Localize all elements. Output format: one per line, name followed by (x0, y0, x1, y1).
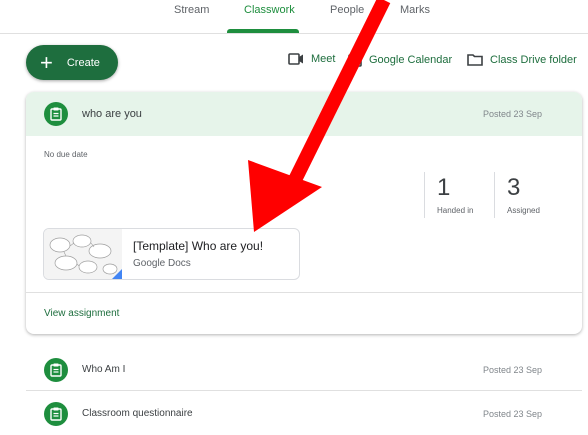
attachment-thumbnail (44, 229, 122, 279)
assignment-icon (44, 402, 68, 426)
due-date: No due date (44, 150, 88, 159)
meet-label: Meet (311, 53, 336, 65)
meet-link[interactable]: Meet (288, 53, 335, 65)
handed-in-count: 1 (437, 174, 451, 201)
divider (26, 390, 582, 391)
create-button-label: Create (66, 56, 100, 69)
assignment-icon (44, 358, 68, 382)
calendar-icon (348, 53, 362, 67)
list-item[interactable]: Classroom questionnaire Posted 23 Sep (26, 395, 582, 433)
assigned-count: 3 (507, 174, 521, 201)
assignment-card: who are you Posted 23 Sep No due date 1 … (26, 92, 582, 334)
handed-in-label: Handed in (437, 206, 474, 215)
calendar-link[interactable]: Google Calendar (348, 53, 452, 67)
video-camera-icon (288, 53, 303, 65)
tab-classwork[interactable]: Classwork (244, 4, 295, 16)
attachment-title: [Template] Who are you! (133, 239, 264, 253)
tab-people[interactable]: People (330, 4, 364, 16)
list-item-date: Posted 23 Sep (482, 409, 542, 419)
assigned-label: Assigned (507, 206, 540, 215)
tab-stream[interactable]: Stream (174, 4, 209, 16)
assigned-stat[interactable]: 3 Assigned (494, 172, 564, 218)
drive-folder-label: Class Drive folder (490, 53, 577, 66)
assignment-posted-date: Posted 23 Sep (482, 109, 542, 119)
create-button[interactable]: + Create (26, 45, 118, 80)
attachment-card[interactable]: [Template] Who are you! Google Docs (43, 228, 300, 280)
list-item-title: Classroom questionnaire (82, 408, 193, 419)
drive-folder-link[interactable]: Class Drive folder (467, 53, 577, 66)
assignment-card-header[interactable]: who are you Posted 23 Sep (26, 92, 582, 136)
view-assignment-link[interactable]: View assignment (44, 308, 119, 319)
tab-marks[interactable]: Marks (400, 4, 430, 16)
assignment-icon (44, 102, 68, 126)
folder-icon (467, 54, 483, 66)
plus-icon: + (40, 49, 53, 75)
list-item[interactable]: Who Am I Posted 23 Sep (26, 351, 582, 389)
assignment-card-footer: View assignment (26, 292, 582, 334)
list-item-date: Posted 23 Sep (482, 365, 542, 375)
active-tab-indicator (227, 29, 299, 33)
attachment-type: Google Docs (133, 258, 191, 269)
assignment-title: who are you (82, 108, 142, 120)
list-item-title: Who Am I (82, 364, 126, 375)
handed-in-stat[interactable]: 1 Handed in (424, 172, 494, 218)
calendar-label: Google Calendar (369, 54, 453, 66)
tab-bar: Stream Classwork People Marks (0, 0, 588, 34)
